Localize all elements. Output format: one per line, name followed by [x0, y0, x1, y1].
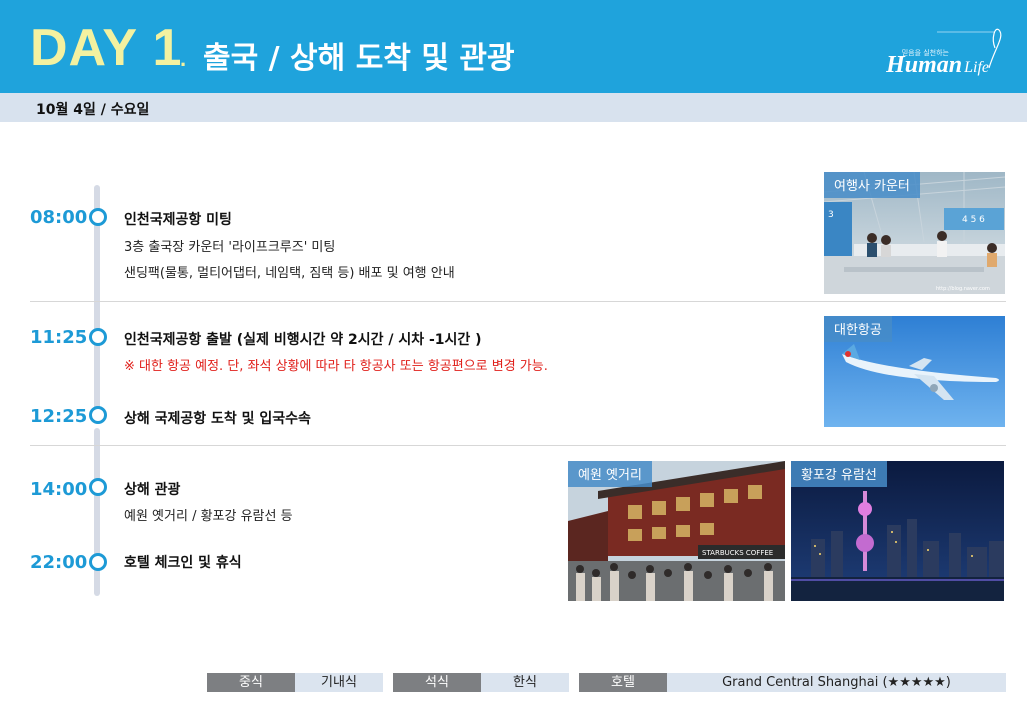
- photo-label: 여행사 카운터: [824, 172, 920, 198]
- photo-yuyuan-street: STARBUCKS COFFEE 예원 옛거리: [568, 461, 785, 601]
- section-divider: [30, 301, 1006, 302]
- schedule-item-detail: 예원 옛거리 / 황포강 유람선 등: [124, 509, 293, 524]
- starbucks-sign: STARBUCKS COFFEE: [702, 549, 773, 557]
- day-number: DAY 1: [30, 19, 183, 77]
- time-1125: 11:25: [30, 327, 88, 348]
- schedule-item-title: 인천국제공항 미팅: [124, 212, 232, 228]
- circle-outline-icon: [89, 208, 107, 226]
- circle-outline-icon: [89, 478, 107, 496]
- logo-wordmark: Human Life: [886, 52, 989, 78]
- date-label: 10월 4일 / 수요일: [36, 102, 150, 118]
- hotel-label: 호텔: [579, 673, 667, 692]
- schedule-item-title: 호텔 체크인 및 휴식: [124, 555, 242, 571]
- circle-outline-icon: [89, 553, 107, 571]
- circle-outline-icon: [89, 328, 107, 346]
- meal-lunch-value: 기내식: [295, 673, 383, 692]
- photo-label: 예원 옛거리: [568, 461, 652, 487]
- meal-dinner-label: 석식: [393, 673, 481, 692]
- schedule-item-title: 상해 국제공항 도착 및 입국수속: [124, 411, 311, 427]
- svg-text:3: 3: [828, 210, 834, 220]
- hotel-value: Grand Central Shanghai (★★★★★): [667, 673, 1006, 692]
- schedule-item-title: 상해 관광: [124, 482, 181, 498]
- time-1400: 14:00: [30, 479, 88, 500]
- photo-huangpu-cruise: 황포강 유람선: [791, 461, 1004, 601]
- svg-text:4 5 6: 4 5 6: [962, 215, 985, 225]
- date-bar: 10월 4일 / 수요일: [0, 93, 1027, 122]
- photo-label: 황포강 유람선: [791, 461, 887, 487]
- page-title: 출국 / 상해 도착 및 관광: [203, 41, 515, 76]
- schedule-item-title: 인천국제공항 출발 (실제 비행시간 약 2시간 / 시차 -1시간 ): [124, 332, 482, 348]
- meal-dinner-value: 한식: [481, 673, 569, 692]
- photo-label: 대한항공: [824, 316, 892, 342]
- photo-travel-counter: 3 4 5 6 http://blog.naver.com 여행사 카운터: [824, 172, 1005, 294]
- circle-outline-icon: [89, 406, 107, 424]
- time-2200: 22:00: [30, 552, 88, 573]
- meal-lunch-label: 중식: [207, 673, 295, 692]
- schedule-warning-note: ※ 대한 항공 예정. 단, 좌석 상황에 따라 타 항공사 또는 항공편으로 …: [124, 359, 548, 374]
- schedule-item-detail: 3층 출국장 카운터 '라이프크루즈' 미팅: [124, 240, 336, 255]
- human-life-logo: 믿음을 실천하는 Human Life: [867, 18, 1007, 78]
- photo-korean-air: 대한항공: [824, 316, 1005, 427]
- schedule-item-detail: 샌딩팩(물통, 멀티어댑터, 네임택, 짐택 등) 배포 및 여행 안내: [124, 266, 455, 281]
- time-0800: 08:00: [30, 207, 88, 228]
- section-divider: [30, 445, 1006, 446]
- photo-watermark: http://blog.naver.com: [936, 286, 990, 292]
- time-1225: 12:25: [30, 406, 88, 427]
- day-dot: .: [180, 46, 187, 71]
- page-header: DAY 1 . 출국 / 상해 도착 및 관광 믿음을 실천하는 Human Li…: [0, 0, 1027, 93]
